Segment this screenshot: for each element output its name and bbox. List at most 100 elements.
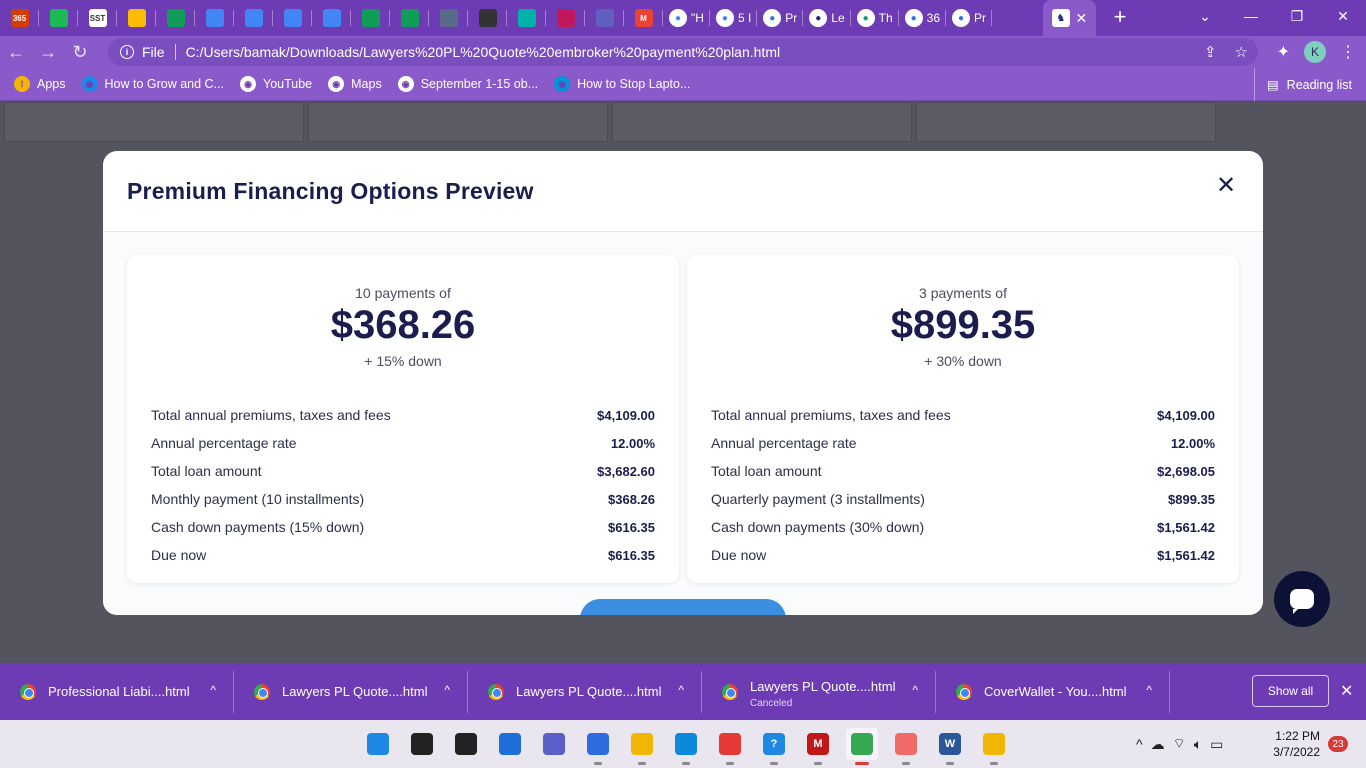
pinned-tab[interactable] xyxy=(429,0,468,36)
pinned-tab[interactable] xyxy=(546,0,585,36)
close-window-button[interactable]: ✕ xyxy=(1320,0,1366,32)
bookmark-item[interactable]: ⁞ Apps xyxy=(14,76,66,92)
show-all-button[interactable]: Show all xyxy=(1252,675,1329,707)
primary-action-button[interactable] xyxy=(580,599,786,615)
star-icon[interactable]: ☆ xyxy=(1235,43,1248,61)
store-taskbar-button[interactable] xyxy=(582,728,614,765)
mcafee-taskbar-button[interactable]: M xyxy=(802,728,834,765)
browser-tab[interactable]: ● Th xyxy=(851,0,899,36)
browser-tab[interactable]: ● 36 xyxy=(899,0,947,36)
chevron-up-icon[interactable]: ^ xyxy=(1136,736,1143,752)
download-list: Professional Liabi....html ^ Lawyers PL Qu… xyxy=(0,663,1170,720)
new-tab-button[interactable]: + xyxy=(1108,6,1132,30)
download-item[interactable]: Lawyers PL Quote....html ^ xyxy=(468,663,702,720)
notification-badge[interactable]: 23 xyxy=(1328,736,1348,752)
share-icon[interactable]: ⇪ xyxy=(1204,43,1217,61)
windows-start-taskbar-button[interactable] xyxy=(362,728,394,760)
browser-tab[interactable]: ● 5 I xyxy=(710,0,758,36)
onedrive-taskbar-button[interactable] xyxy=(978,728,1010,765)
pinned-tab[interactable] xyxy=(468,0,507,36)
wifi-icon[interactable]: ⌔ xyxy=(1173,735,1186,753)
bookmark-item[interactable]: ◉ September 1-15 ob... xyxy=(397,76,538,92)
extensions-icon[interactable]: ✦ xyxy=(1277,42,1290,62)
chevron-up-icon[interactable]: ^ xyxy=(210,683,216,697)
download-item[interactable]: Lawyers PL Quote....html ^ xyxy=(234,663,468,720)
hp-icon: ◉ xyxy=(554,76,571,92)
profile-avatar[interactable]: K xyxy=(1304,41,1326,63)
pinned-tab[interactable]: SST xyxy=(78,0,117,36)
back-button[interactable]: ← xyxy=(0,36,32,68)
cloud-icon[interactable]: ☁ xyxy=(1151,736,1165,753)
battery-icon[interactable]: ▭ xyxy=(1210,736,1223,753)
info-icon[interactable]: i xyxy=(120,45,134,59)
task-view-taskbar-button[interactable] xyxy=(450,728,482,760)
bookmark-item[interactable]: ◉ Maps xyxy=(328,76,382,92)
pinned-tab[interactable] xyxy=(507,0,546,36)
pinned-tab[interactable] xyxy=(156,0,195,36)
close-icon[interactable]: ✕ xyxy=(1215,174,1237,198)
pinned-tab[interactable] xyxy=(234,0,273,36)
bookmark-item[interactable]: ◉ YouTube xyxy=(240,76,312,92)
globe-icon: ◉ xyxy=(328,76,345,92)
chevron-up-icon[interactable]: ^ xyxy=(912,683,918,697)
search-taskbar-button[interactable] xyxy=(406,728,438,760)
address-bar[interactable]: i File C:/Users/bamak/Downloads/Lawyers%… xyxy=(108,38,1258,66)
minimize-button[interactable]: — xyxy=(1228,0,1274,32)
pinned-tab[interactable] xyxy=(117,0,156,36)
volume-icon[interactable]: 🔈︎ xyxy=(1194,736,1202,753)
tab-search-icon[interactable]: ⌄ xyxy=(1182,0,1228,32)
menu-icon[interactable]: ⋮ xyxy=(1340,42,1356,62)
background-panel xyxy=(612,102,912,142)
pinned-tab[interactable] xyxy=(312,0,351,36)
forward-button[interactable]: → xyxy=(32,36,64,68)
bookmark-item[interactable]: ◉ How to Stop Lapto... xyxy=(554,76,690,92)
omnibox-actions: ⇪ ☆ xyxy=(1204,43,1248,61)
detail-label: Cash down payments (15% down) xyxy=(151,519,365,535)
close-downloads-icon[interactable]: ✕ xyxy=(1340,681,1353,701)
chevron-up-icon[interactable]: ^ xyxy=(1146,683,1152,697)
pinned-tab[interactable] xyxy=(351,0,390,36)
restore-button[interactable]: ❐ xyxy=(1274,0,1320,32)
active-tab[interactable]: ♞ ✕ xyxy=(1043,0,1096,36)
word-icon: W xyxy=(939,733,961,755)
asana-taskbar-button[interactable] xyxy=(890,728,922,765)
chat-taskbar-button[interactable] xyxy=(538,728,570,760)
edge-taskbar-button[interactable] xyxy=(670,728,702,765)
chevron-up-icon[interactable]: ^ xyxy=(678,683,684,697)
chevron-up-icon[interactable]: ^ xyxy=(444,683,450,697)
pinned-tab[interactable] xyxy=(390,0,429,36)
reload-button[interactable]: ↻ xyxy=(64,36,96,68)
browser-tab[interactable]: ● "H xyxy=(663,0,710,36)
help-taskbar-button[interactable]: ? xyxy=(758,728,790,765)
detail-value: $616.35 xyxy=(608,547,655,563)
clock[interactable]: 1:22 PM 3/7/2022 xyxy=(1264,728,1320,760)
pinned-tab[interactable] xyxy=(273,0,312,36)
browser-tab[interactable]: ● Le xyxy=(803,0,852,36)
chat-launcher-button[interactable] xyxy=(1274,571,1330,627)
browser-tab[interactable]: ● Pr xyxy=(946,0,993,36)
cast-taskbar-button[interactable] xyxy=(714,728,746,765)
download-info: Professional Liabi....html xyxy=(48,684,198,699)
running-indicator xyxy=(902,762,910,765)
toolbar-right: ✦ K ⋮ xyxy=(1277,36,1356,68)
pinned-tab[interactable] xyxy=(585,0,624,36)
sheets-icon xyxy=(361,9,380,27)
close-tab-icon[interactable]: ✕ xyxy=(1075,10,1087,27)
sst-icon: SST xyxy=(88,9,107,27)
bookmark-item[interactable]: ◉ How to Grow and C... xyxy=(81,76,224,92)
pinned-tab[interactable] xyxy=(195,0,234,36)
chrome-taskbar-button[interactable] xyxy=(846,728,878,765)
download-item[interactable]: CoverWallet - You....html ^ xyxy=(936,663,1170,720)
tab-label: 36 xyxy=(926,11,941,25)
window-controls: ⌄ — ❐ ✕ xyxy=(1182,0,1366,32)
download-item[interactable]: Lawyers PL Quote....html Canceled ^ xyxy=(702,663,936,720)
reading-list-button[interactable]: ▤ Reading list xyxy=(1253,68,1352,101)
pinned-tab[interactable]: M xyxy=(624,0,663,36)
widgets-taskbar-button[interactable] xyxy=(494,728,526,760)
pinned-tab[interactable] xyxy=(39,0,78,36)
browser-tab[interactable]: ● Pr xyxy=(757,0,804,36)
file-explorer-taskbar-button[interactable] xyxy=(626,728,658,765)
word-taskbar-button[interactable]: W xyxy=(934,728,966,765)
pinned-tab[interactable]: 365 xyxy=(0,0,39,36)
download-item[interactable]: Professional Liabi....html ^ xyxy=(0,663,234,720)
